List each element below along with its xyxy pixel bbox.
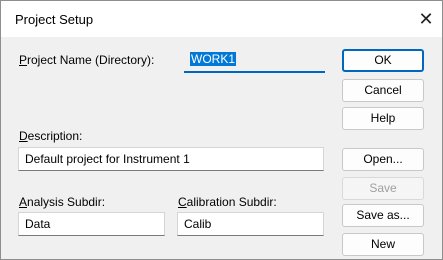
save-as-button[interactable]: Save as... bbox=[342, 204, 424, 227]
calibration-subdir-value: Calib bbox=[184, 217, 212, 231]
project-name-label: Project Name (Directory): bbox=[19, 53, 155, 67]
project-name-input[interactable]: WORK1 bbox=[184, 49, 325, 73]
save-button: Save bbox=[342, 177, 424, 200]
analysis-subdir-input[interactable]: Data bbox=[18, 212, 165, 236]
analysis-subdir-label: Analysis Subdir: bbox=[19, 195, 106, 209]
description-value: Default project for Instrument 1 bbox=[25, 152, 190, 166]
calibration-subdir-input[interactable]: Calib bbox=[177, 212, 324, 236]
help-button[interactable]: Help bbox=[342, 107, 424, 130]
project-name-value: WORK1 bbox=[190, 52, 237, 66]
analysis-subdir-value: Data bbox=[25, 217, 51, 231]
window-title: Project Setup bbox=[15, 12, 94, 27]
title-bar: Project Setup ✕ bbox=[1, 1, 442, 37]
cancel-button[interactable]: Cancel bbox=[342, 79, 424, 102]
calibration-subdir-label: Calibration Subdir: bbox=[178, 195, 277, 209]
project-setup-dialog: Project Setup ✕ Project Name (Directory)… bbox=[0, 0, 443, 260]
close-icon[interactable]: ✕ bbox=[414, 7, 438, 31]
description-input[interactable]: Default project for Instrument 1 bbox=[18, 147, 324, 171]
description-label: Description: bbox=[19, 129, 83, 143]
ok-button[interactable]: OK bbox=[342, 49, 424, 72]
open-button[interactable]: Open... bbox=[342, 148, 424, 171]
new-button[interactable]: New bbox=[342, 233, 424, 256]
